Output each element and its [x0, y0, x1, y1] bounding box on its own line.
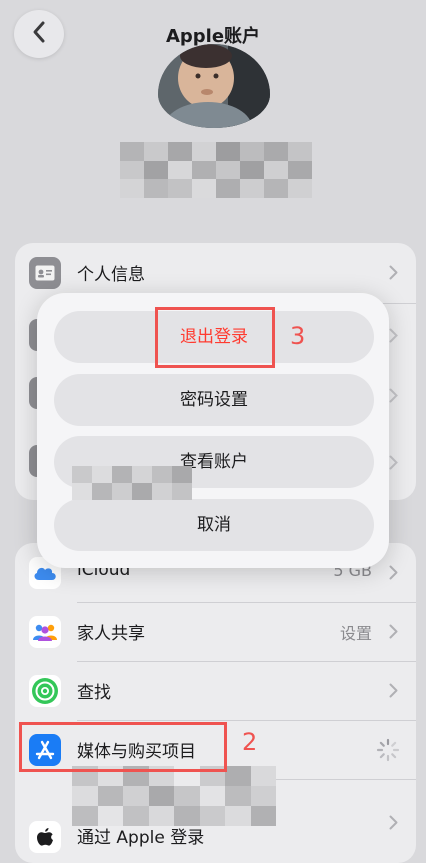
bottom-mosaic [72, 766, 276, 826]
chevron-right-icon [389, 328, 398, 347]
popup-mosaic [72, 466, 192, 500]
sign-in-with-apple-label: 通过 Apple 登录 [77, 828, 205, 848]
chevron-right-icon [389, 455, 398, 474]
family-icon [29, 616, 61, 648]
password-settings-button[interactable]: 密码设置 [54, 374, 374, 426]
annotation-step2: 2 [242, 728, 258, 756]
cancel-button[interactable]: 取消 [54, 499, 374, 551]
family-sharing-value: 设置 [339, 624, 372, 643]
find-my-icon [29, 675, 61, 707]
apple-icon [29, 821, 61, 853]
loading-spinner-icon [376, 738, 400, 766]
avatar[interactable] [158, 44, 270, 128]
list-item-find-my[interactable]: 查找 [15, 661, 416, 721]
chevron-right-icon [389, 683, 398, 702]
chevron-right-icon [389, 388, 398, 407]
chevron-right-icon [389, 565, 398, 584]
family-sharing-label: 家人共享 [77, 624, 145, 644]
id-card-icon [29, 257, 61, 289]
name-mosaic [120, 142, 312, 198]
chevron-right-icon [389, 265, 398, 284]
find-my-label: 查找 [77, 683, 111, 703]
annotation-box-step3 [155, 307, 275, 368]
annotation-step3: 3 [290, 322, 306, 350]
chevron-right-icon [389, 624, 398, 643]
personal-info-label: 个人信息 [77, 265, 145, 285]
annotation-box-step2 [19, 722, 227, 772]
chevron-right-icon [389, 815, 398, 834]
list-item-family-sharing[interactable]: 家人共享 设置 [15, 602, 416, 662]
